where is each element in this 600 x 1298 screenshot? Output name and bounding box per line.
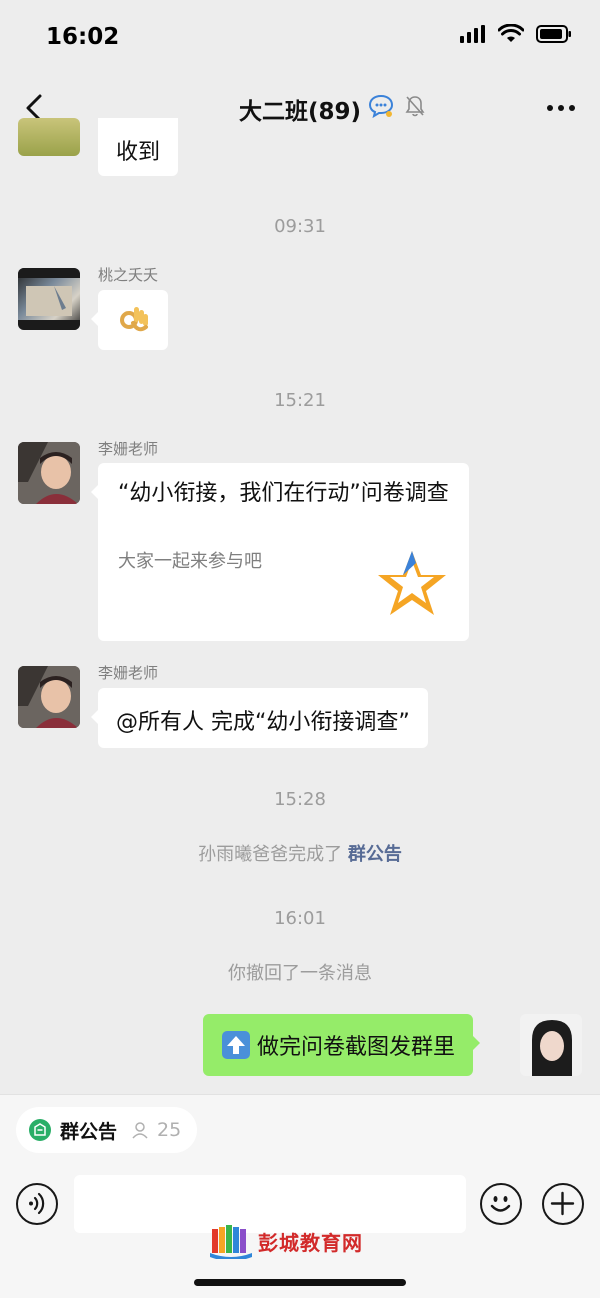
message-bubble[interactable] <box>91 290 168 350</box>
avatar-photo <box>18 666 80 728</box>
timestamp: 15:28 <box>274 789 326 810</box>
message-text: @所有人 完成“幼小衔接调查” <box>116 710 410 735</box>
status-bar: 16:02 <box>0 0 600 78</box>
timestamp: 15:21 <box>274 390 326 411</box>
sender-name: 李姗老师 <box>98 664 159 682</box>
message-bubble[interactable]: @所有人 完成“幼小衔接调查” <box>91 688 428 748</box>
more-icon[interactable] <box>546 98 576 118</box>
avatar[interactable] <box>18 666 80 728</box>
wifi-icon <box>498 24 524 42</box>
group-notice-pill[interactable]: 群公告 25 <box>16 1107 198 1153</box>
sent-message-bubble[interactable]: 做完问卷截图发群里 <box>203 1014 481 1076</box>
emoji-button[interactable] <box>480 1183 522 1225</box>
smiley-icon <box>490 1196 511 1212</box>
message-text: 收到 <box>116 140 161 165</box>
sender-name: 李姗老师 <box>98 440 159 458</box>
system-message-text: 孙雨曦爸爸完成了 <box>198 844 343 865</box>
notice-count: 25 <box>157 1119 182 1141</box>
recall-notice: 你撤回了一条消息 <box>228 963 372 984</box>
message-text: 做完问卷截图发群里 <box>257 1035 456 1060</box>
plus-icon <box>550 1191 575 1216</box>
plus-button[interactable] <box>542 1183 584 1225</box>
timestamp: 16:01 <box>274 908 326 929</box>
my-avatar[interactable] <box>520 1014 582 1076</box>
system-message: 孙雨曦爸爸完成了 群公告 <box>0 840 600 866</box>
star-logo-icon <box>378 551 446 615</box>
mute-bell-icon <box>405 96 425 117</box>
link-card[interactable]: “幼小衔接，我们在行动”问卷调查 大家一起来参与吧 <box>91 463 469 641</box>
person-icon <box>132 1122 148 1139</box>
avatar[interactable] <box>18 118 80 156</box>
chat-bubble-icon <box>368 94 394 118</box>
notice-label: 群公告 <box>60 1120 118 1143</box>
signal-icon <box>460 25 485 43</box>
battery-icon <box>536 25 571 43</box>
watermark: 彭城教育网 <box>210 1223 363 1259</box>
avatar-photo <box>520 1014 582 1076</box>
status-time: 16:02 <box>46 24 120 50</box>
ok-hand-emoji-icon <box>120 307 148 332</box>
avatar[interactable] <box>18 268 80 330</box>
home-indicator[interactable] <box>194 1279 406 1286</box>
avatar-photo <box>18 268 80 330</box>
sender-name: 桃之夭夭 <box>98 266 159 284</box>
watermark-text: 彭城教育网 <box>258 1230 363 1255</box>
status-icons <box>460 24 572 44</box>
voice-icon <box>29 1192 45 1215</box>
up-arrow-emoji-icon <box>222 1031 250 1059</box>
book-logo-icon <box>210 1225 252 1259</box>
card-description: 大家一起来参与吧 <box>118 551 262 572</box>
title-icons <box>368 94 426 118</box>
avatar-photo <box>18 442 80 504</box>
message-bubble[interactable]: 收到 <box>98 118 179 176</box>
avatar[interactable] <box>18 442 80 504</box>
notice-icon <box>29 1119 51 1141</box>
card-title: “幼小衔接，我们在行动”问卷调查 <box>118 481 449 506</box>
group-notice-link[interactable]: 群公告 <box>348 844 402 865</box>
timestamp: 09:31 <box>274 216 326 237</box>
voice-button[interactable] <box>16 1183 58 1225</box>
chat-title: 大二班(89) <box>238 99 362 125</box>
bottom-panel: 群公告 25 彭城教育网 <box>0 1094 600 1298</box>
nav-bar: 大二班(89) <box>0 78 600 138</box>
